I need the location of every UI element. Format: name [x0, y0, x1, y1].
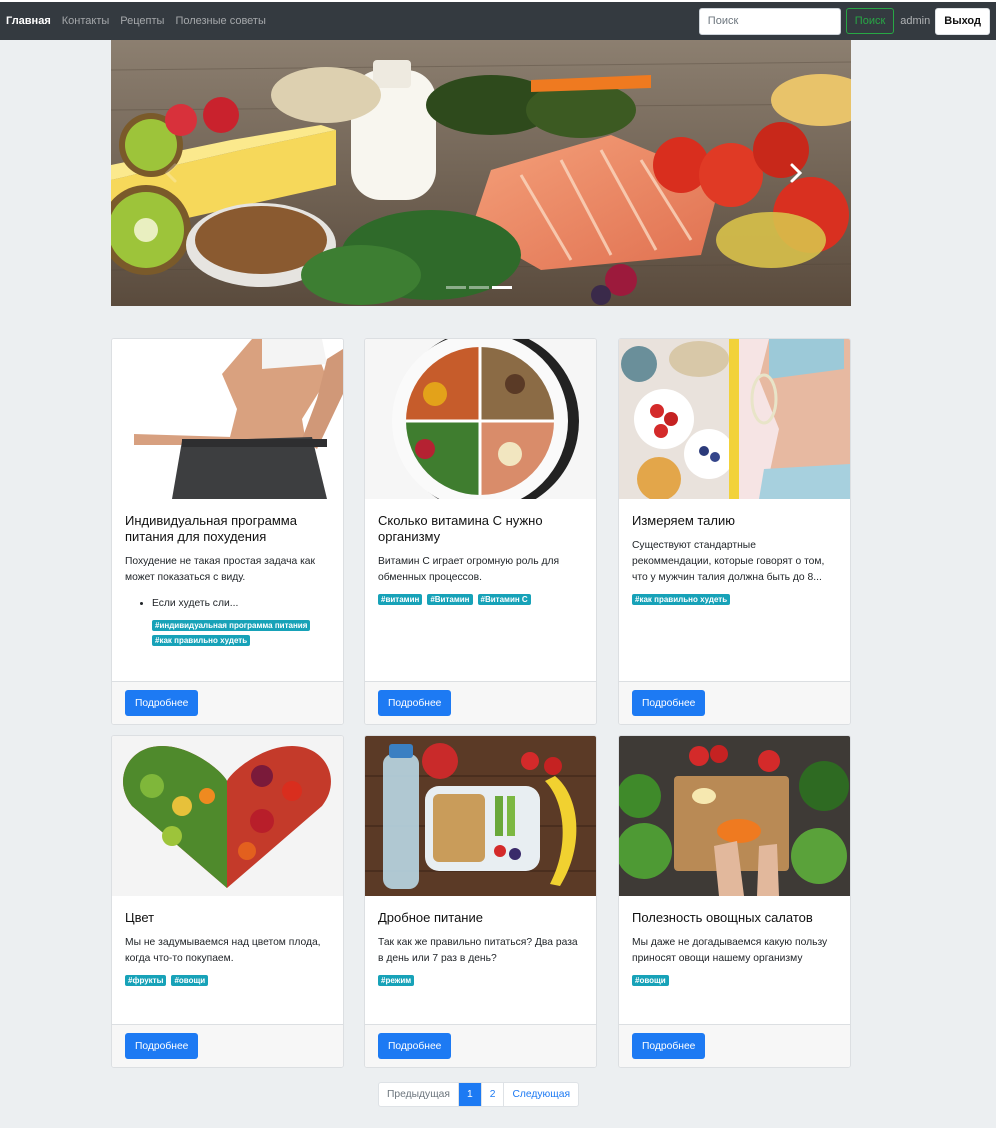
card-text: Мы не задумываемся над цветом плода, ког… — [125, 937, 321, 964]
pagination-next[interactable]: Следующая — [503, 1083, 578, 1106]
read-more-button[interactable]: Подробнее — [378, 690, 452, 716]
nav-right: Поиск admin Выход — [698, 7, 990, 35]
card-tags: #как правильно худеть — [632, 594, 837, 605]
card-footer: Подробнее — [619, 1024, 850, 1067]
card-image-waist-measure — [619, 339, 850, 499]
tag-badge[interactable]: #как правильно худеть — [152, 635, 251, 646]
card-text: Витамин C играет огромную роль для обмен… — [378, 556, 560, 583]
nav-link-contacts[interactable]: Контакты — [62, 15, 110, 27]
read-more-button[interactable]: Подробнее — [632, 690, 706, 716]
username-label: admin — [900, 15, 931, 27]
card-title: Измеряем талию — [632, 513, 736, 528]
article-card: Цвет Мы не задумываемся над цветом плода… — [111, 735, 344, 1068]
card-footer: Подробнее — [365, 1024, 596, 1067]
card-title: Дробное питание — [378, 910, 483, 925]
tag-badge[interactable]: #индивидуальная программа питания — [152, 620, 311, 631]
card-footer: Подробнее — [619, 681, 850, 724]
chevron-left-icon — [164, 163, 177, 183]
card-image-lunchbox — [365, 736, 596, 896]
article-card: Полезность овощных салатов Мы даже не до… — [618, 735, 851, 1068]
card-list: Если худеть сли... — [152, 596, 330, 612]
hero-carousel — [111, 40, 851, 306]
card-title: Полезность овощных салатов — [632, 910, 813, 925]
card-text: Существуют стандартные рекоммендации, ко… — [632, 540, 825, 583]
carousel-indicator-2[interactable] — [469, 286, 489, 289]
nav-links: Главная Контакты Рецепты Полезные советы — [6, 15, 266, 27]
card-text: Похудение не такая простая задача как мо… — [125, 556, 316, 583]
card-tags: #витамин #Витамин #Витамин C — [378, 594, 583, 605]
article-card: Измеряем талию Существуют стандартные ре… — [618, 338, 851, 725]
card-body: Дробное питание Так как же правильно пит… — [365, 896, 596, 986]
card-tags: #индивидуальная программа питания #как п… — [152, 620, 330, 646]
read-more-button[interactable]: Подробнее — [632, 1033, 706, 1059]
article-card: Сколько витамина C нужно организму Витам… — [364, 338, 597, 725]
card-text: Мы даже не догадываемся какую пользу при… — [632, 937, 828, 964]
nav-link-tips[interactable]: Полезные советы — [175, 15, 265, 27]
pagination: Предыдущая 1 2 Следующая — [378, 1082, 580, 1107]
article-card: Индивидуальная программа питания для пох… — [111, 338, 344, 725]
card-image-heart-produce — [112, 736, 343, 896]
card-footer: Подробнее — [365, 681, 596, 724]
chevron-right-icon — [790, 163, 803, 183]
carousel-indicators — [446, 286, 512, 289]
carousel-indicator-1[interactable] — [446, 286, 466, 289]
card-image-weight-loss — [112, 339, 343, 499]
card-text: Так как же правильно питаться? Два раза … — [378, 937, 578, 964]
card-body: Индивидуальная программа питания для пох… — [112, 499, 343, 646]
card-footer: Подробнее — [112, 681, 343, 724]
card-body: Цвет Мы не задумываемся над цветом плода… — [112, 896, 343, 986]
carousel-next-button[interactable] — [775, 153, 815, 193]
pagination-page-1[interactable]: 1 — [457, 1083, 481, 1106]
tag-badge[interactable]: #режим — [378, 975, 415, 986]
article-card: Дробное питание Так как же правильно пит… — [364, 735, 597, 1068]
card-body: Сколько витамина C нужно организму Витам… — [365, 499, 596, 605]
tag-badge[interactable]: #Витамин — [427, 594, 473, 605]
carousel-indicator-3[interactable] — [492, 286, 512, 289]
tag-badge[interactable]: #Витамин C — [477, 594, 531, 605]
card-body: Полезность овощных салатов Мы даже не до… — [619, 896, 850, 986]
card-tags: #фрукты #овощи — [125, 975, 330, 986]
search-input[interactable] — [698, 7, 841, 35]
tag-badge[interactable]: #фрукты — [125, 975, 167, 986]
tag-badge[interactable]: #как правильно худеть — [632, 594, 731, 605]
card-title: Индивидуальная программа питания для пох… — [125, 513, 297, 544]
card-footer: Подробнее — [112, 1024, 343, 1067]
nav-link-recipes[interactable]: Рецепты — [120, 15, 164, 27]
tag-badge[interactable]: #овощи — [171, 975, 209, 986]
read-more-button[interactable]: Подробнее — [378, 1033, 452, 1059]
nav-link-home[interactable]: Главная — [6, 15, 51, 27]
carousel-prev-button[interactable] — [151, 153, 191, 193]
card-title: Сколько витамина C нужно организму — [378, 513, 543, 544]
card-tags: #режим — [378, 975, 583, 986]
pagination-page-2[interactable]: 2 — [480, 1083, 504, 1106]
search-button[interactable]: Поиск — [845, 8, 895, 34]
card-image-vitamin-plate — [365, 339, 596, 499]
tag-badge[interactable]: #овощи — [632, 975, 669, 986]
card-image-salad-vegetables — [619, 736, 850, 896]
read-more-button[interactable]: Подробнее — [125, 690, 199, 716]
card-title: Цвет — [125, 910, 155, 925]
pagination-prev[interactable]: Предыдущая — [379, 1083, 458, 1106]
read-more-button[interactable]: Подробнее — [125, 1033, 199, 1059]
card-tags: #овощи — [632, 975, 837, 986]
card-body: Измеряем талию Существуют стандартные ре… — [619, 499, 850, 605]
carousel-image-healthy-food — [111, 40, 851, 306]
top-navbar: Главная Контакты Рецепты Полезные советы… — [0, 0, 996, 40]
tag-badge[interactable]: #витамин — [378, 594, 423, 605]
card-list-item: Если худеть сли... — [152, 596, 330, 612]
logout-button[interactable]: Выход — [935, 7, 990, 35]
